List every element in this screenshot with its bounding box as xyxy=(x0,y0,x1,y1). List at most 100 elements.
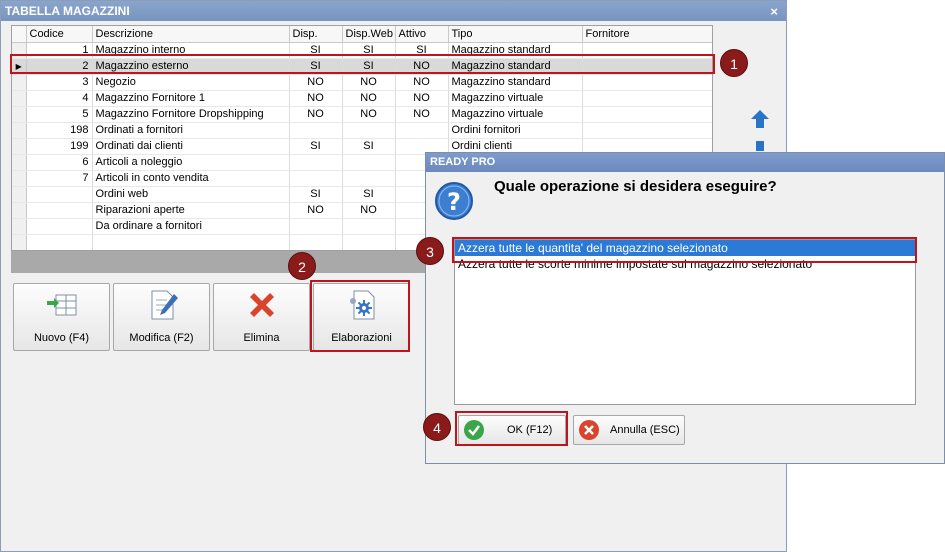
cell-codice: 1 xyxy=(26,42,93,59)
ok-button[interactable]: OK (F12) xyxy=(458,415,566,445)
cell-disp: SI xyxy=(289,186,343,203)
cell-disp: NO xyxy=(289,106,343,123)
cell-disp-web: SI xyxy=(342,138,396,155)
row-indicator[interactable] xyxy=(12,170,27,187)
option-reset-quantities[interactable]: Azzera tutte le quantita' del magazzino … xyxy=(455,240,915,256)
close-icon[interactable]: × xyxy=(770,2,778,22)
row-indicator[interactable] xyxy=(12,90,27,107)
cell-descrizione: Magazzino Fornitore Dropshipping xyxy=(92,106,290,123)
process-gear-icon xyxy=(349,290,374,320)
cell-disp-web: NO xyxy=(342,90,396,107)
cell-disp xyxy=(289,122,343,139)
cell-disp-web: NO xyxy=(342,202,396,219)
cell-disp-web xyxy=(342,170,396,187)
row-indicator[interactable] xyxy=(12,138,27,155)
svg-text:?: ? xyxy=(447,188,461,216)
new-table-icon xyxy=(46,294,76,316)
cell-disp: NO xyxy=(289,90,343,107)
cancel-x-icon xyxy=(579,420,599,440)
cell-tipo: Magazzino virtuale xyxy=(448,90,583,107)
cell-disp-web xyxy=(342,122,396,139)
ok-check-icon xyxy=(464,420,484,440)
row-indicator[interactable] xyxy=(12,202,27,219)
move-down-icon xyxy=(756,141,764,151)
cell-descrizione: Magazzino esterno xyxy=(92,58,290,75)
cell-codice xyxy=(26,218,93,235)
cell-descrizione: Magazzino Fornitore 1 xyxy=(92,90,290,107)
cell-descrizione: Articoli in conto vendita xyxy=(92,170,290,187)
cell-disp: SI xyxy=(289,42,343,59)
cell-disp: SI xyxy=(289,58,343,75)
dialog-title: READY PRO xyxy=(426,153,944,172)
table-row[interactable]: 3 Negozio NO NO NO Magazzino standard xyxy=(12,74,712,91)
cell-descrizione: Ordinati dai clienti xyxy=(92,138,290,155)
option-reset-minimum-stock[interactable]: Azzera tutte le scorte minime impostate … xyxy=(455,256,915,272)
cell-disp xyxy=(289,234,343,250)
delete-button[interactable]: Elimina xyxy=(213,283,310,351)
row-indicator[interactable] xyxy=(12,122,27,139)
header-attivo[interactable]: Attivo xyxy=(395,26,449,43)
step-badge-3: 3 xyxy=(416,237,444,265)
move-up-icon xyxy=(751,110,769,128)
header-tipo[interactable]: Tipo xyxy=(448,26,583,43)
cell-disp: NO xyxy=(289,74,343,91)
edit-button[interactable]: Modifica (F2) xyxy=(113,283,210,351)
cell-disp-web: NO xyxy=(342,106,396,123)
header-disp[interactable]: Disp. xyxy=(289,26,343,43)
cell-attivo: NO xyxy=(395,74,449,91)
header-fornitore[interactable]: Fornitore xyxy=(582,26,712,43)
header-codice[interactable]: Codice xyxy=(26,26,93,43)
dialog-question: Quale operazione si desidera eseguire? xyxy=(494,178,777,195)
cell-tipo: Magazzino standard xyxy=(448,74,583,91)
table-row[interactable]: ▶ 2 Magazzino esterno SI SI NO Magazzino stand… xyxy=(12,58,712,75)
row-indicator[interactable] xyxy=(12,106,27,123)
table-row[interactable]: 1 Magazzino interno SI SI SI Magazzino standa… xyxy=(12,42,712,59)
cell-codice xyxy=(26,202,93,219)
cell-tipo: Ordini fornitori xyxy=(448,122,583,139)
row-indicator[interactable] xyxy=(12,74,27,91)
cell-codice: 3 xyxy=(26,74,93,91)
table-row[interactable]: 4 Magazzino Fornitore 1 NO NO NO Magazzino vi… xyxy=(12,90,712,107)
step-badge-1: 1 xyxy=(720,49,748,77)
cell-descrizione: Da ordinare a fornitori xyxy=(92,218,290,235)
ok-button-label: OK (F12) xyxy=(507,424,553,436)
move-down-button[interactable] xyxy=(745,137,775,151)
cell-fornitore xyxy=(582,74,712,91)
cell-descrizione xyxy=(92,234,290,250)
cell-disp-web: NO xyxy=(342,74,396,91)
cell-tipo: Magazzino standard xyxy=(448,58,583,75)
cell-disp-web: SI xyxy=(342,42,396,59)
cell-fornitore xyxy=(582,42,712,59)
edit-document-icon xyxy=(151,290,178,320)
cancel-button[interactable]: Annulla (ESC) xyxy=(573,415,685,445)
cancel-button-label: Annulla (ESC) xyxy=(610,424,680,436)
selected-row-arrow-icon[interactable]: ▶ xyxy=(12,58,27,75)
header-disp-web[interactable]: Disp.Web xyxy=(342,26,396,43)
delete-x-icon xyxy=(249,293,274,317)
process-button[interactable]: Elaborazioni xyxy=(313,283,410,351)
cell-codice: 7 xyxy=(26,170,93,187)
row-indicator[interactable] xyxy=(12,234,27,250)
row-indicator[interactable] xyxy=(12,42,27,59)
cell-fornitore xyxy=(582,58,712,75)
cell-codice: 5 xyxy=(26,106,93,123)
new-button[interactable]: Nuovo (F4) xyxy=(13,283,110,351)
header-indicator xyxy=(12,26,27,43)
process-button-label: Elaborazioni xyxy=(331,332,392,344)
row-indicator[interactable] xyxy=(12,186,27,203)
cell-descrizione: Ordini web xyxy=(92,186,290,203)
table-row[interactable]: 5 Magazzino Fornitore Dropshipping NO NO NO M… xyxy=(12,106,712,123)
table-row[interactable]: 198 Ordinati a fornitori Ordini fornitori xyxy=(12,122,712,139)
cell-tipo: Magazzino standard xyxy=(448,42,583,59)
cell-fornitore xyxy=(582,122,712,139)
cell-disp-web xyxy=(342,218,396,235)
cell-codice: 6 xyxy=(26,154,93,171)
cell-disp-web: SI xyxy=(342,186,396,203)
delete-button-label: Elimina xyxy=(243,332,280,344)
row-indicator[interactable] xyxy=(12,218,27,235)
move-up-button[interactable] xyxy=(745,105,775,133)
header-descrizione[interactable]: Descrizione xyxy=(92,26,290,43)
row-indicator[interactable] xyxy=(12,154,27,171)
cell-attivo: NO xyxy=(395,90,449,107)
operation-list[interactable]: Azzera tutte le quantita' del magazzino … xyxy=(454,239,916,405)
